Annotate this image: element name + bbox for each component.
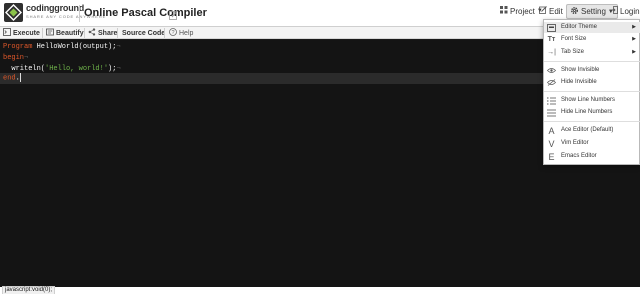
menu-item-ace-editor[interactable]: A Ace Editor (Default): [544, 125, 640, 136]
invisible-char-marker: ¬: [24, 54, 29, 62]
share-button[interactable]: Share: [88, 28, 117, 38]
code-keyword: end: [3, 74, 16, 83]
settings-dropdown-menu: Editor Theme ▶ Tт Font Size ▶ →| Tab Siz…: [543, 19, 640, 165]
menu-item-label: Ace Editor (Default): [561, 127, 614, 133]
edit-title-icon[interactable]: [169, 7, 178, 20]
chevron-right-icon: ▶: [632, 36, 636, 42]
menu-divider: [544, 121, 640, 122]
chevron-right-icon: ▶: [632, 24, 636, 30]
numbered-list-icon: [547, 96, 556, 105]
gear-icon: [570, 6, 579, 17]
toolbar-divider: [164, 28, 165, 38]
menu-item-editor-theme[interactable]: Editor Theme ▶: [544, 22, 640, 33]
menu-item-hide-invisible[interactable]: Hide Invisible: [544, 77, 640, 88]
vim-editor-icon: V: [548, 138, 555, 149]
menu-divider: [544, 91, 640, 92]
menu-item-tab-size[interactable]: →| Tab Size ▶: [544, 47, 640, 58]
menu-item-show-invisible[interactable]: Show Invisible: [544, 65, 640, 76]
list-icon: [547, 108, 556, 117]
execute-label: Execute: [13, 29, 40, 37]
menu-item-label: Vim Editor: [561, 140, 589, 146]
header-divider: [79, 5, 80, 22]
help-button[interactable]: ? Help: [169, 28, 193, 38]
tab-icon: →|: [547, 49, 556, 56]
code-text: writeln(: [3, 65, 46, 73]
browser-status-bar: javascript:void(0);: [0, 286, 640, 294]
edit-menu-label: Edit: [549, 6, 563, 16]
text-cursor: [19, 73, 21, 82]
pencil-icon: [539, 6, 547, 16]
beautify-icon: [46, 28, 54, 38]
code-string: 'Hello, world!': [45, 65, 109, 73]
code-text: HelloWorld(output);: [32, 43, 117, 51]
project-menu-label: Project: [510, 6, 535, 16]
share-icon: [88, 28, 96, 38]
share-label: Share: [98, 29, 118, 37]
invisible-char-marker: ¬: [116, 43, 121, 51]
codingground-logo[interactable]: codingground SHARE ANY CODE ANYWHERE: [4, 3, 105, 24]
help-label: Help: [179, 29, 194, 37]
grid-icon: [500, 6, 508, 16]
font-size-icon: Tт: [547, 36, 556, 43]
execute-button[interactable]: Execute: [3, 28, 40, 38]
toolbar-divider: [84, 28, 85, 38]
emacs-editor-icon: E: [548, 151, 555, 162]
status-url-text: javascript:void(0);: [2, 286, 56, 294]
app-window: codingground SHARE ANY CODE ANYWHERE Onl…: [0, 0, 640, 294]
login-icon: [610, 6, 618, 16]
svg-text:?: ?: [171, 30, 174, 36]
logo-wordmark: codingground: [26, 3, 85, 13]
ace-editor-icon: A: [548, 125, 555, 136]
eye-icon: [547, 66, 556, 75]
beautify-button[interactable]: Beautify: [46, 28, 84, 38]
login-label: Login: [620, 6, 640, 16]
theme-icon: [547, 23, 556, 32]
login-button[interactable]: Login: [610, 6, 640, 16]
menu-divider: [544, 61, 640, 62]
menu-item-label: Hide Line Numbers: [561, 109, 613, 115]
eye-slash-icon: [547, 78, 556, 87]
menu-item-label: Tab Size: [561, 49, 585, 55]
menu-item-label: Hide Invisible: [561, 79, 597, 85]
page-title: Online Pascal Compiler: [84, 7, 207, 19]
logo-emblem-icon: [4, 3, 23, 22]
menu-item-vim-editor[interactable]: V Vim Editor: [544, 138, 640, 149]
source-code-button[interactable]: Source Code: [122, 28, 165, 38]
menu-item-show-line-numbers[interactable]: Show Line Numbers: [544, 95, 640, 106]
menu-item-label: Editor Theme: [561, 24, 597, 30]
terminal-icon: [3, 28, 11, 38]
code-keyword: Program: [3, 43, 33, 51]
edit-menu-button[interactable]: Edit: [539, 6, 563, 16]
menu-item-label: Font Size: [561, 36, 587, 42]
menu-item-label: Show Invisible: [561, 67, 600, 73]
source-code-label: Source Code: [122, 29, 166, 37]
setting-menu-label: Setting: [581, 7, 606, 16]
menu-item-hide-line-numbers[interactable]: Hide Line Numbers: [544, 107, 640, 118]
project-menu-button[interactable]: Project ▼: [500, 6, 543, 16]
menu-item-font-size[interactable]: Tт Font Size ▶: [544, 34, 640, 45]
menu-item-label: Emacs Editor: [561, 153, 597, 159]
toolbar-divider: [117, 28, 118, 38]
menu-item-emacs-editor[interactable]: E Emacs Editor: [544, 151, 640, 162]
toolbar-divider: [42, 28, 43, 38]
chevron-right-icon: ▶: [632, 49, 636, 55]
help-icon: ?: [169, 28, 177, 38]
code-keyword: begin: [3, 54, 25, 62]
beautify-label: Beautify: [56, 29, 84, 37]
menu-item-label: Show Line Numbers: [561, 97, 616, 103]
invisible-char-marker: ¬: [116, 65, 121, 73]
